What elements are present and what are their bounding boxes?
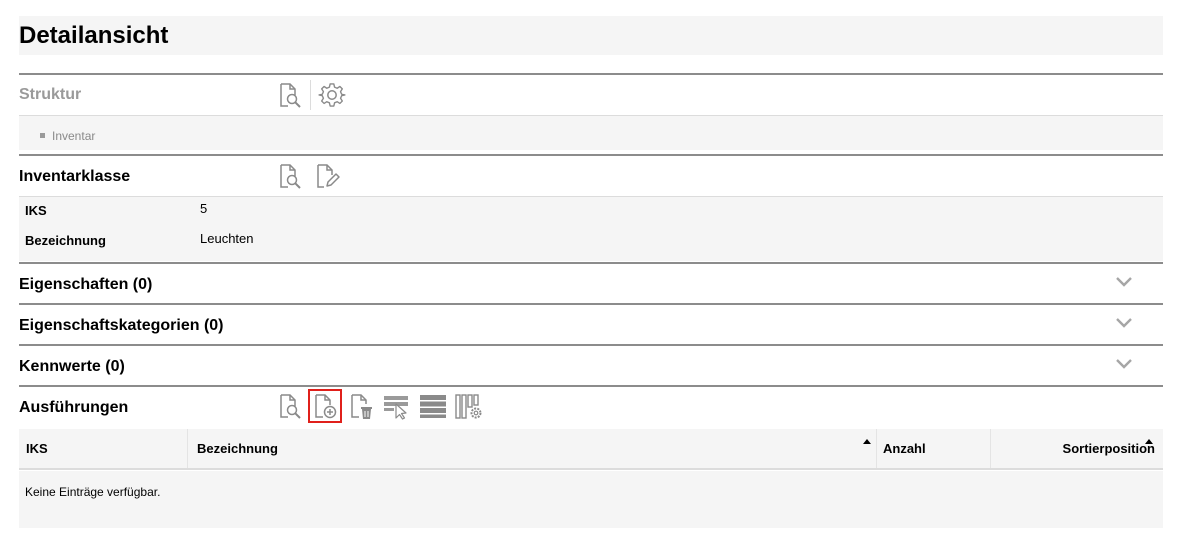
table-empty-message: Keine Einträge verfügbar. <box>25 485 161 499</box>
tree-item-inventar[interactable]: Inventar <box>40 128 95 144</box>
section-title-eigenschaftskategorien: Eigenschaftskategorien (0) <box>19 317 224 334</box>
struktur-tree-panel <box>19 116 1163 150</box>
document-search-icon <box>280 394 301 419</box>
field-value-iks: 5 <box>200 201 208 216</box>
column-header-sortierposition[interactable]: Sortierposition <box>1063 429 1155 468</box>
column-separator <box>876 429 877 468</box>
ausfuehrungen-select-button[interactable] <box>380 389 414 423</box>
section-divider <box>19 385 1163 387</box>
ausfuehrungen-rows-button[interactable] <box>416 389 450 423</box>
table-rows-icon <box>420 395 446 418</box>
tree-item-label: Inventar <box>52 129 96 143</box>
section-divider <box>19 73 1163 75</box>
column-settings-icon <box>455 394 482 419</box>
struktur-toolbar <box>272 78 349 112</box>
page-title: Detailansicht <box>19 22 169 49</box>
document-search-icon <box>280 164 301 189</box>
struktur-settings-button[interactable] <box>315 78 349 112</box>
ausfuehrungen-view-button[interactable] <box>272 389 306 423</box>
tree-bullet <box>40 133 45 138</box>
section-title-kennwerte: Kennwerte (0) <box>19 358 125 375</box>
field-label-iks: IKS <box>25 203 47 218</box>
document-search-icon <box>280 83 301 108</box>
section-title-eigenschaften: Eigenschaften (0) <box>19 276 153 293</box>
sort-ascending-icon[interactable] <box>863 439 871 444</box>
chevron-down-icon[interactable] <box>1115 275 1133 289</box>
column-separator <box>990 429 991 468</box>
toolbar-separator <box>310 80 311 110</box>
page-header <box>19 16 1163 55</box>
inventarklasse-view-button[interactable] <box>272 159 306 193</box>
column-separator <box>187 429 188 468</box>
document-add-icon <box>315 394 337 419</box>
sort-ascending-icon[interactable] <box>1145 439 1153 444</box>
chevron-down-icon[interactable] <box>1115 357 1133 371</box>
column-header-bezeichnung[interactable]: Bezeichnung <box>197 429 278 468</box>
column-header-iks[interactable]: IKS <box>26 429 48 468</box>
section-title-struktur: Struktur <box>19 86 82 103</box>
struktur-view-button[interactable] <box>272 78 306 112</box>
field-value-bezeichnung: Leuchten <box>200 231 254 246</box>
gear-icon <box>318 83 346 107</box>
column-header-anzahl[interactable]: Anzahl <box>883 429 926 468</box>
table-header: IKS Bezeichnung Anzahl Sortierposition <box>19 429 1163 470</box>
section-title-inventarklasse: Inventarklasse <box>19 168 131 185</box>
chevron-down-icon[interactable] <box>1115 316 1133 330</box>
ausfuehrungen-add-button[interactable] <box>308 389 342 423</box>
inventarklasse-toolbar <box>272 159 344 193</box>
section-header-eigenschaften[interactable]: Eigenschaften (0) <box>19 264 1163 302</box>
ausfuehrungen-columns-button[interactable] <box>452 389 486 423</box>
ausfuehrungen-toolbar <box>272 389 486 423</box>
section-divider <box>19 154 1163 156</box>
inventarklasse-edit-button[interactable] <box>310 159 344 193</box>
table-body <box>19 471 1163 528</box>
document-delete-icon <box>351 394 372 419</box>
section-header-eigenschaftskategorien[interactable]: Eigenschaftskategorien (0) <box>19 305 1163 343</box>
section-title-ausfuehrungen: Ausführungen <box>19 399 129 416</box>
inventarklasse-fields-panel <box>19 197 1163 261</box>
row-select-icon <box>384 396 408 420</box>
field-label-bezeichnung: Bezeichnung <box>25 233 106 248</box>
ausfuehrungen-delete-button[interactable] <box>344 389 378 423</box>
document-edit-icon <box>317 164 340 188</box>
section-header-kennwerte[interactable]: Kennwerte (0) <box>19 346 1163 384</box>
